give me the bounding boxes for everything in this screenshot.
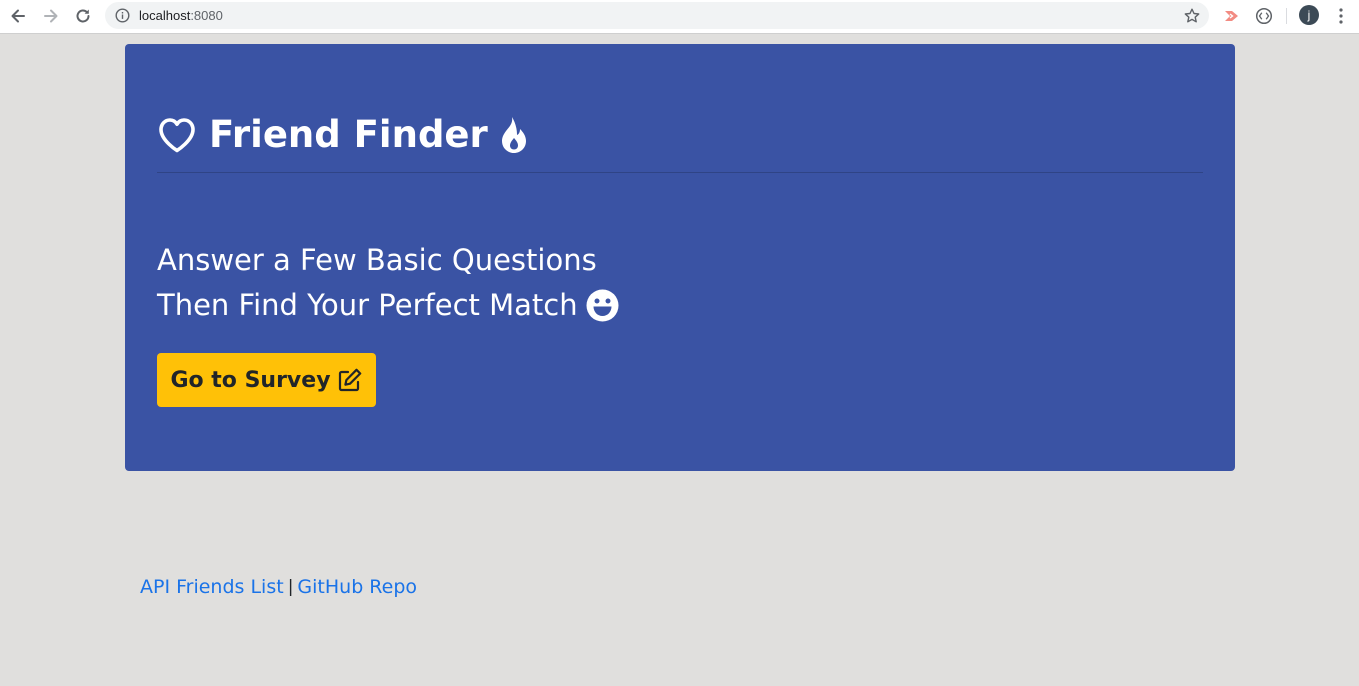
forward-arrow-icon[interactable] <box>38 4 64 28</box>
url-text[interactable]: localhost:8080 <box>139 8 223 23</box>
back-arrow-icon[interactable] <box>5 4 31 28</box>
title-text: Friend Finder <box>209 113 488 156</box>
footer-links: API Friends List | GitHub Repo <box>140 574 417 600</box>
fire-icon <box>501 117 526 153</box>
edit-icon <box>338 368 361 392</box>
reload-icon[interactable] <box>70 4 96 28</box>
extension-icon[interactable] <box>1254 6 1274 26</box>
browser-toolbar: localhost:8080 j <box>0 0 1359 34</box>
heart-icon <box>159 118 195 153</box>
lead-text: Answer a Few Basic Questions Then Find Y… <box>157 238 619 328</box>
lead-line-2: Then Find Your Perfect Match <box>157 288 578 322</box>
star-icon[interactable] <box>1183 7 1201 25</box>
github-repo-link[interactable]: GitHub Repo <box>297 574 417 600</box>
link-separator: | <box>287 577 294 597</box>
go-to-survey-button[interactable]: Go to Survey <box>157 353 376 407</box>
button-label: Go to Survey <box>170 367 331 393</box>
divider <box>157 172 1203 173</box>
smile-icon <box>586 289 619 322</box>
api-friends-list-link[interactable]: API Friends List <box>140 574 284 600</box>
profile-avatar[interactable]: j <box>1299 5 1319 25</box>
extension-icon[interactable] <box>1222 6 1242 26</box>
toolbar-divider <box>1286 8 1287 24</box>
address-bar[interactable]: localhost:8080 <box>105 2 1209 29</box>
more-menu-icon[interactable] <box>1332 6 1350 26</box>
lead-line-1: Answer a Few Basic Questions <box>157 243 597 277</box>
info-icon[interactable] <box>115 8 130 23</box>
hero-jumbotron: Friend Finder Answer a Few Basic Questio… <box>125 44 1235 471</box>
page-title: Friend Finder <box>157 112 530 158</box>
